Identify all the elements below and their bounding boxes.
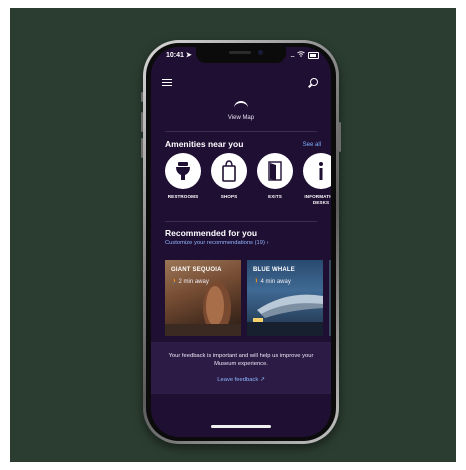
info-icon bbox=[303, 153, 331, 189]
wifi-icon bbox=[297, 51, 305, 59]
external-link-icon: ↗ bbox=[259, 377, 265, 383]
app-screen: 10:41 ➤ .... View Map Amenities near you… bbox=[151, 47, 331, 437]
amenity-shops[interactable]: SHOPS bbox=[209, 153, 249, 200]
phone-mute-button bbox=[141, 92, 143, 102]
speaker-grille bbox=[229, 51, 251, 54]
front-camera bbox=[258, 50, 263, 55]
leave-feedback-link[interactable]: Leave feedback ↗ bbox=[151, 377, 331, 383]
restroom-icon bbox=[165, 153, 201, 189]
status-time: 10:41 ➤ bbox=[166, 52, 192, 59]
divider bbox=[165, 131, 317, 132]
amenity-label: SHOPS bbox=[220, 194, 238, 199]
card-title: GIANT SEQUOIA bbox=[171, 267, 222, 273]
amenities-list: RESTROOMS SHOPS EXITS INFORMAT DESKS bbox=[165, 153, 331, 213]
divider bbox=[165, 221, 317, 222]
battery-icon bbox=[308, 51, 319, 59]
status-indicators: .... bbox=[290, 51, 319, 59]
card-giant-sequoia[interactable]: GIANT SEQUOIA 🚶2 min away bbox=[165, 260, 241, 336]
amenity-label: RESTROOMS bbox=[167, 194, 199, 199]
recommended-cards: GIANT SEQUOIA 🚶2 min away BLUE WHALE 🚶4 … bbox=[165, 260, 331, 336]
card-walk-time: 🚶2 min away bbox=[171, 279, 209, 285]
feedback-text: Your feedback is important and will help… bbox=[168, 353, 314, 367]
view-map-label: View Map bbox=[227, 115, 255, 121]
customize-recommendations-link[interactable]: Customize your recommendations (19) › bbox=[165, 240, 268, 246]
amenity-label: EXITS bbox=[268, 194, 282, 199]
home-indicator[interactable] bbox=[211, 425, 271, 428]
amenities-title: Amenities near you bbox=[165, 139, 244, 149]
amenity-restrooms[interactable]: RESTROOMS bbox=[163, 153, 203, 200]
hamburger-menu-icon[interactable] bbox=[162, 79, 172, 87]
feedback-section: Your feedback is important and will help… bbox=[151, 342, 331, 394]
search-icon[interactable] bbox=[310, 78, 318, 86]
card-blue-whale[interactable]: BLUE WHALE 🚶4 min away bbox=[247, 260, 323, 336]
phone-volume-down-button bbox=[141, 138, 143, 158]
phone-notch bbox=[196, 47, 286, 63]
phone-volume-up-button bbox=[141, 112, 143, 132]
location-arrow-icon: ➤ bbox=[185, 52, 192, 59]
shopping-bag-icon bbox=[211, 153, 247, 189]
phone-power-button bbox=[339, 122, 341, 152]
see-all-link[interactable]: See all bbox=[303, 142, 321, 148]
view-map-button[interactable]: View Map bbox=[151, 101, 331, 121]
amenity-information-desks[interactable]: INFORMATION DESKS bbox=[301, 153, 331, 206]
card-partial[interactable] bbox=[329, 260, 331, 336]
exit-door-icon bbox=[257, 153, 293, 189]
recommended-title: Recommended for you bbox=[165, 228, 258, 238]
card-walk-time: 🚶4 min away bbox=[253, 279, 291, 285]
amenity-label: INFORMATION DESKS bbox=[304, 194, 331, 205]
chevron-up-icon bbox=[234, 101, 248, 109]
amenity-exits[interactable]: EXITS bbox=[255, 153, 295, 200]
signal-icon: .... bbox=[290, 51, 295, 59]
card-title: BLUE WHALE bbox=[253, 267, 295, 273]
